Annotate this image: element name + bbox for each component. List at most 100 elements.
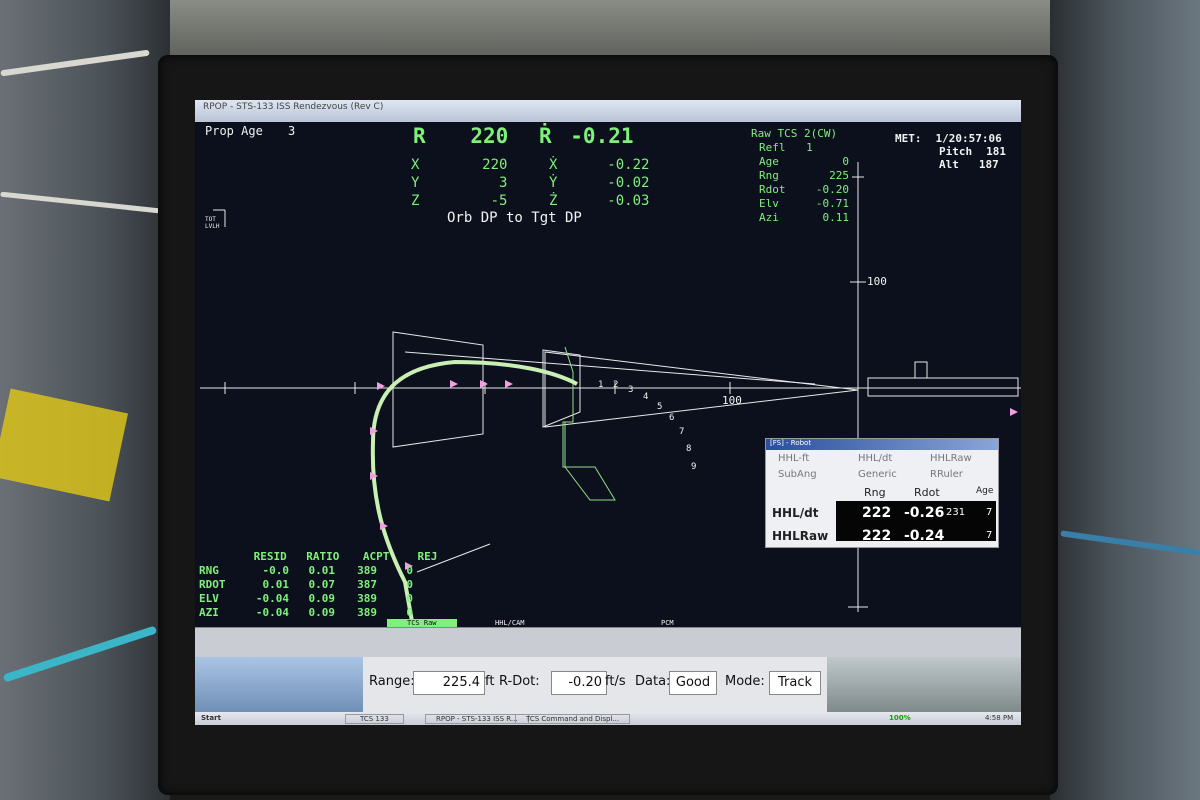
- z-row: Z -5 Ż -0.03: [411, 193, 650, 209]
- robot-row-label: HHL/dt: [772, 506, 819, 520]
- mode-label: Mode:: [725, 674, 765, 689]
- axis-label-100: 100: [867, 275, 887, 288]
- residual-row: RDOT 0.01 0.07 387 0: [199, 578, 413, 591]
- approach-cone: [544, 351, 859, 428]
- ydot-value: -0.02: [607, 175, 650, 191]
- robot-row-extra: 231: [946, 507, 966, 518]
- taskbar-item[interactable]: RPOP - STS-133 ISS R...: [425, 714, 529, 724]
- fkey[interactable]: [365, 630, 445, 656]
- rdot-label: Ṙ: [538, 124, 552, 148]
- tab-hhl-cam[interactable]: HHL/CAM: [495, 619, 525, 627]
- robot-row-age: 7: [986, 507, 993, 518]
- iss-module-outline: [914, 361, 928, 379]
- corridor-mark: 8: [686, 444, 692, 454]
- met-panel: MET: 1/20:57:06 Pitch 181 Alt 187: [895, 132, 1006, 171]
- taskbar-clock: 4:58 PM: [985, 714, 1014, 722]
- corridor-mark: 9: [691, 462, 697, 472]
- r-label: R: [413, 124, 426, 148]
- trajectory-marker: [505, 380, 513, 388]
- robot-row-rng: 222: [862, 505, 892, 521]
- taskbar-item[interactable]: TCS 133: [345, 714, 404, 724]
- met-row: MET: 1/20:57:06: [895, 132, 1002, 145]
- mode-field: Track: [769, 671, 821, 695]
- rdot-unit: ft/s: [605, 674, 626, 689]
- residual-header-row: RESID RATIO ACPT REJ: [253, 550, 438, 563]
- background-ceiling: [0, 0, 1200, 60]
- rpop-display: Prop Age 3 R 220 Ṙ -0.21 X 220 Ẋ -0.22 Y3Ẏ-…: [195, 122, 1021, 627]
- taskbar: Start TCS 133 RPOP - STS-133 ISS R... TC…: [195, 712, 1021, 725]
- refl-row: Refl 1: [759, 141, 813, 154]
- residual-table: RESID RATIO ACPT REJ RNG -0.0 0.01 389 0 RDO…: [199, 550, 437, 620]
- start-button[interactable]: Start: [201, 714, 221, 722]
- r-value: 220: [470, 124, 509, 148]
- x-value: 220: [482, 157, 508, 173]
- data-field: Good: [669, 671, 717, 695]
- option-generic[interactable]: Generic: [858, 469, 897, 480]
- rdot-field: -0.20: [551, 671, 607, 695]
- pitch-row: Pitch 181: [939, 145, 1006, 158]
- robot-row-label: HHLRaw: [772, 529, 829, 543]
- z-value: -5: [490, 193, 508, 209]
- corridor-mark: 3: [628, 385, 634, 395]
- alt-row: Alt 187: [939, 158, 999, 171]
- range-unit: ft: [485, 674, 495, 689]
- robot-dialog[interactable]: [FS] - Robot HHL-ft HHL/dt HHLRaw SubAng…: [765, 438, 999, 548]
- fkey[interactable]: [195, 630, 275, 656]
- trajectory-marker: [450, 380, 458, 388]
- corridor-mark: 4: [643, 392, 649, 402]
- corridor-mark: 2: [613, 380, 619, 390]
- corridor-mark: 5: [657, 402, 663, 412]
- raw-tcs-title: Raw TCS 2(CW): [751, 127, 838, 140]
- laptop-screen: RPOP - STS-133 ISS Rendezvous (Rev C) Pr…: [195, 100, 1021, 725]
- iss-target-outline: [867, 377, 1019, 397]
- keep-out-box: [392, 331, 484, 448]
- xdot-value: -0.22: [607, 157, 650, 173]
- prop-age-label: Prop Age: [205, 124, 263, 138]
- col-age: Age: [976, 486, 994, 496]
- option-hhl-raw[interactable]: HHLRaw: [930, 453, 972, 464]
- robot-row-age: 7: [986, 530, 993, 541]
- fkey[interactable]: [280, 630, 360, 656]
- data-label: Data:: [635, 674, 671, 689]
- camera-thumbnail-left: [195, 657, 363, 712]
- trajectory-marker: [377, 382, 385, 390]
- tab-tcs-raw[interactable]: TCS Raw: [387, 619, 457, 627]
- raw-tcs-row: Elv -0.71: [759, 197, 849, 210]
- robot-row-rdot: -0.26: [904, 505, 945, 521]
- residual-row: RNG -0.0 0.01 389 0: [199, 564, 413, 577]
- option-subang[interactable]: SubAng: [778, 469, 817, 480]
- raw-tcs-row: Age 0: [759, 155, 849, 168]
- background-right-wall: [1050, 0, 1200, 800]
- axis-label-100: 100: [722, 394, 742, 407]
- approach-line: [404, 351, 816, 385]
- window-title: RPOP - STS-133 ISS Rendezvous (Rev C): [203, 102, 384, 112]
- col-rng: Rng: [864, 486, 886, 499]
- raw-tcs-row: Rng 225: [759, 169, 849, 182]
- option-hhl-ft[interactable]: HHL-ft: [778, 453, 809, 464]
- raw-tcs-panel: Raw TCS 2(CW) Refl 1 Age 0 Rng 225 Rdot -0.…: [751, 127, 849, 225]
- range-label: Range:: [369, 674, 415, 689]
- option-rruler[interactable]: RRuler: [930, 469, 963, 480]
- robot-row-rng: 222: [862, 528, 892, 544]
- y-row: Y 3 Ẏ -0.02: [411, 175, 650, 191]
- taskbar-item[interactable]: TCS Command and Displ...: [515, 714, 631, 724]
- tab-pcm[interactable]: PCM: [661, 619, 674, 627]
- residual-row: AZI -0.04 0.09 389 0: [199, 606, 413, 619]
- corridor-mark: 6: [669, 413, 675, 423]
- mode-caption: Orb DP to Tgt DP: [447, 210, 582, 226]
- frame-label: TOT LVLH: [205, 216, 220, 230]
- rdot-label: R-Dot:: [499, 674, 540, 689]
- zoom-indicator: 100%: [889, 714, 911, 722]
- prop-age: Prop Age 3: [205, 124, 295, 138]
- raw-tcs-row: Rdot -0.20: [759, 183, 849, 196]
- prop-age-value: 3: [288, 124, 296, 138]
- zdot-value: -0.03: [607, 193, 650, 209]
- window-titlebar: RPOP - STS-133 ISS Rendezvous (Rev C): [195, 100, 1021, 122]
- function-key-bar: [195, 627, 1021, 658]
- robot-row-rdot: -0.24: [904, 528, 945, 544]
- range-readout: R 220 Ṙ -0.21: [413, 124, 634, 148]
- option-hhl-dt[interactable]: HHL/dt: [858, 453, 892, 464]
- rdot-value: -0.21: [570, 124, 634, 148]
- range-field: 225.4: [413, 671, 485, 695]
- status-bar: Range: 225.4 ft R-Dot: -0.20 ft/s Data: …: [195, 657, 1021, 712]
